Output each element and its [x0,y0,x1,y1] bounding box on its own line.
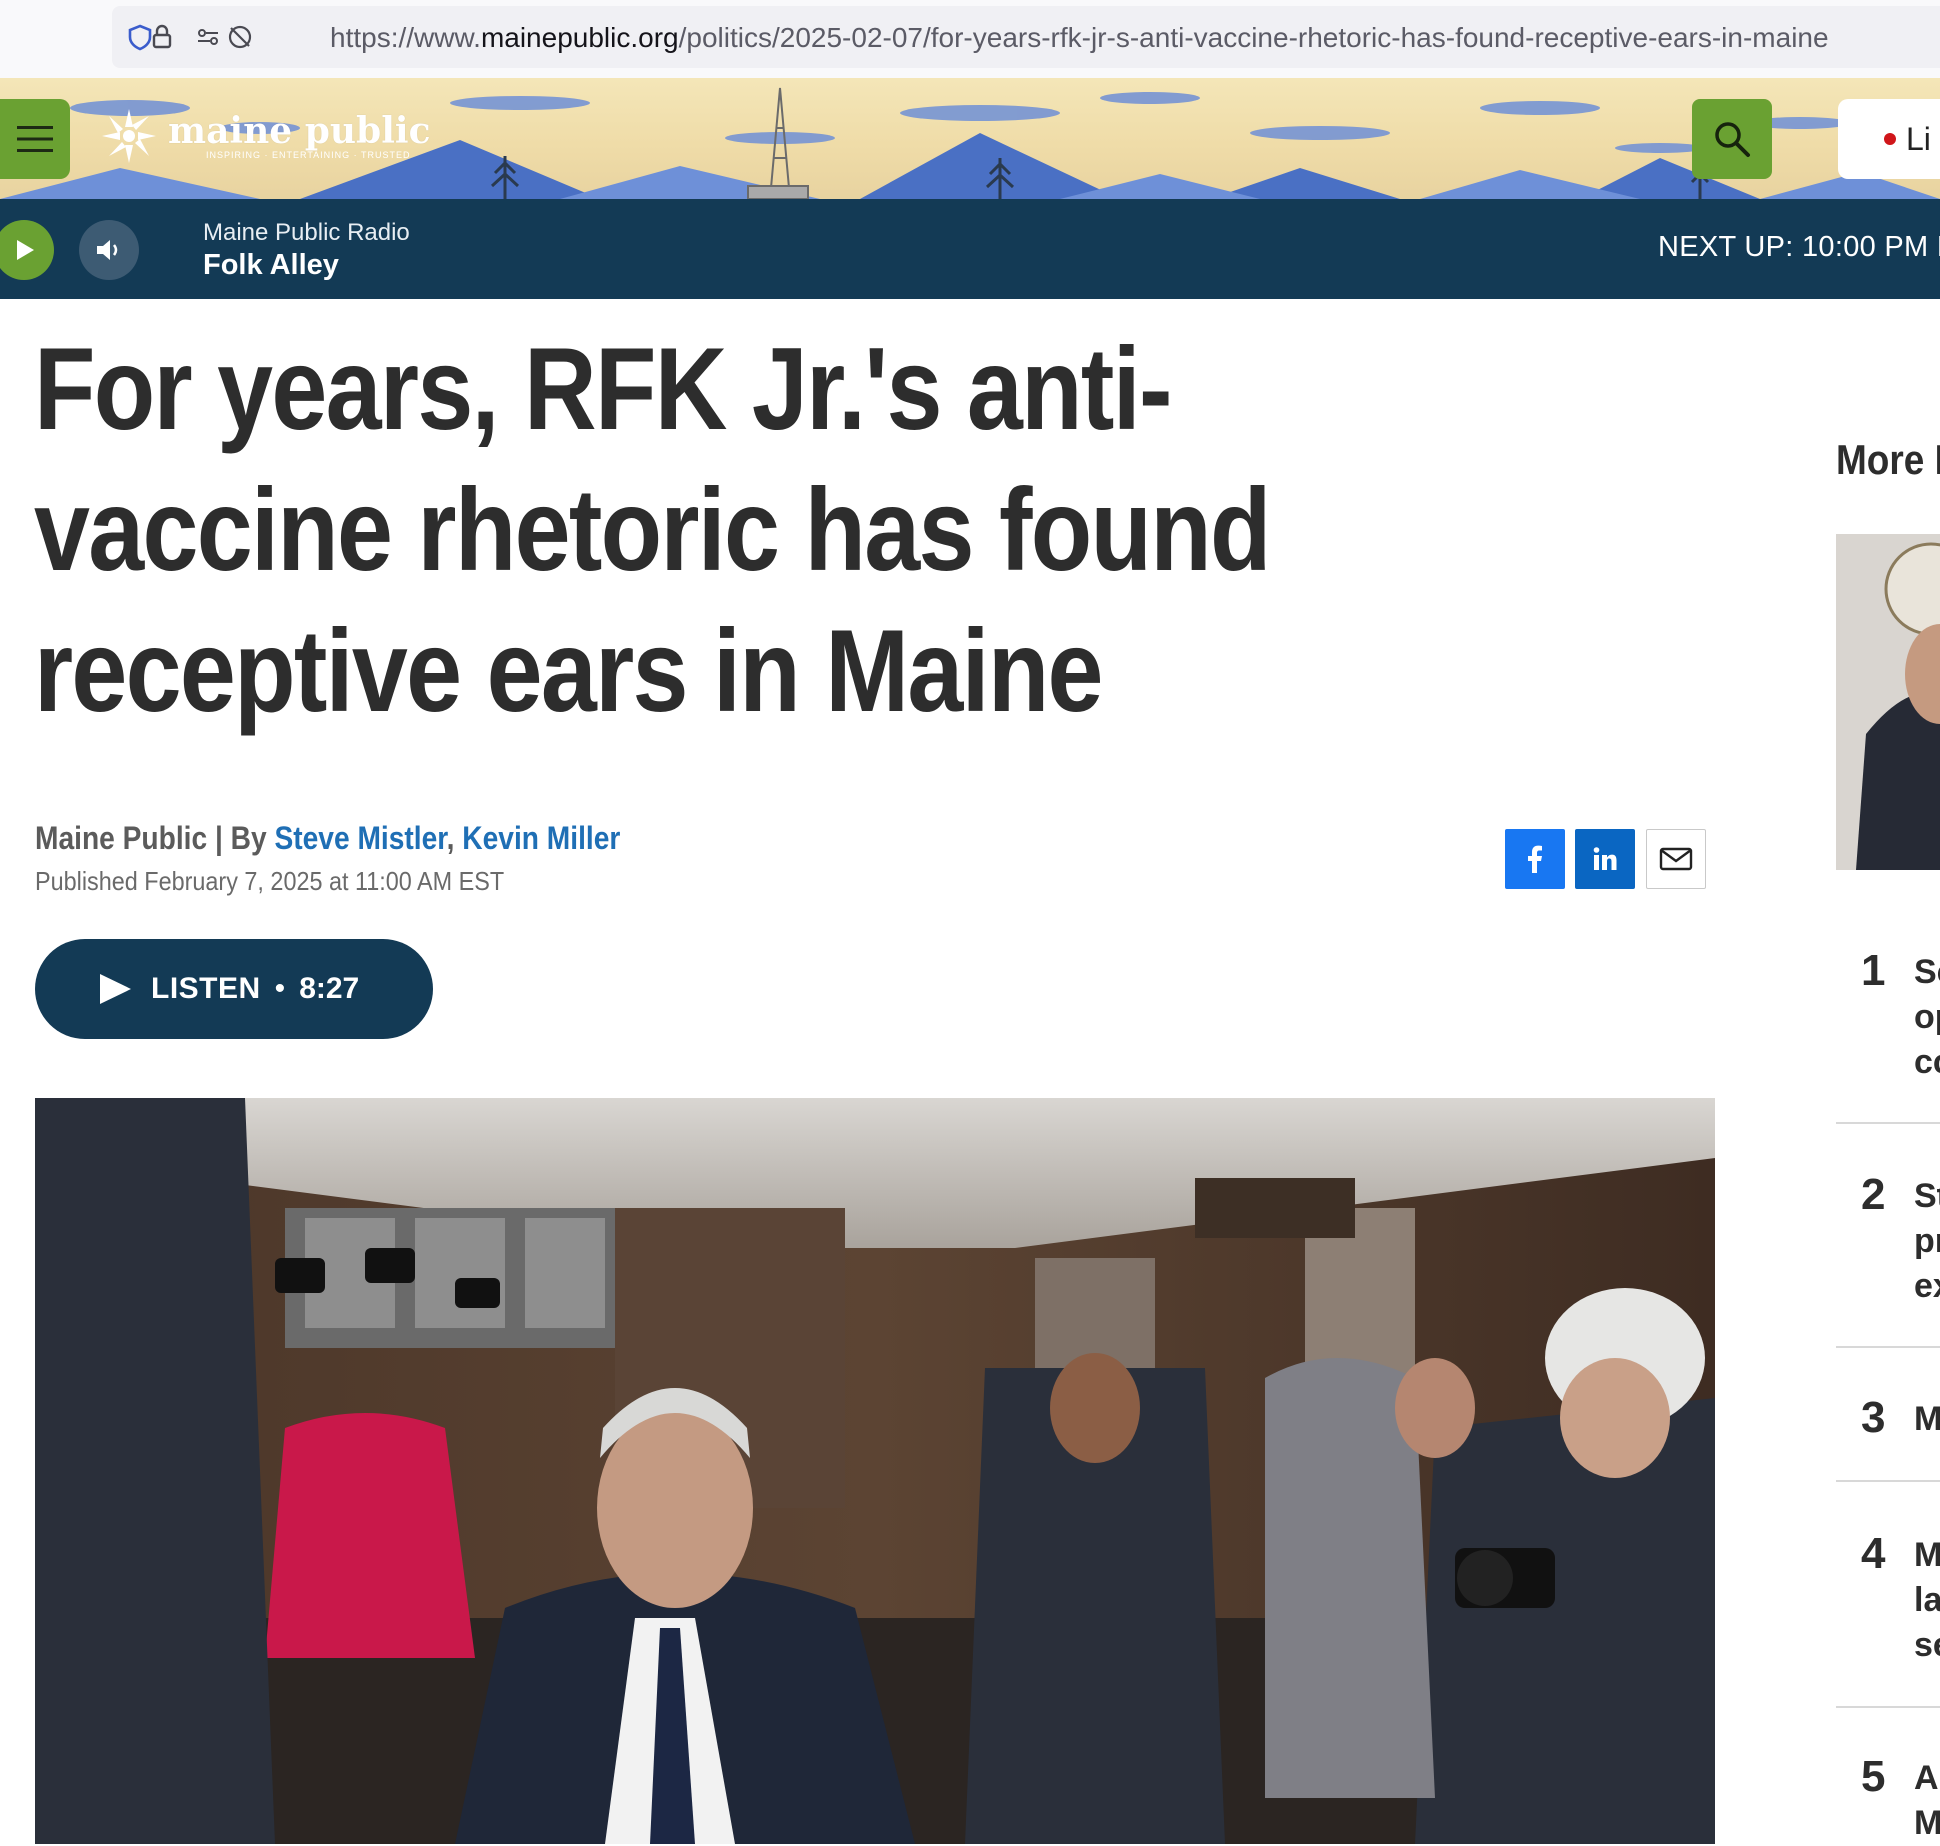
author-link-2[interactable]: Kevin Miller [462,820,620,856]
share-linkedin-button[interactable] [1575,829,1635,889]
listen-duration: 8:27 [299,972,360,1005]
sidebar-snippet-line[interactable]: ex [1914,1264,1940,1309]
sidebar-snippet-line[interactable]: M [1914,1397,1940,1442]
sidebar-rank: 3 [1861,1393,1886,1442]
hearing-room-photo [35,1098,1715,1844]
tracking-blocked-icon[interactable] [226,23,254,51]
sidebar-rank: 4 [1861,1529,1886,1578]
play-icon [17,240,34,260]
sidebar-snippet-line[interactable]: se [1914,1623,1940,1668]
program-name[interactable]: Folk Alley [203,249,339,282]
live-dot-icon [1884,133,1896,145]
play-icon [100,974,131,1004]
next-up-label: NEXT UP: 10:00 PM E [1658,231,1940,263]
site-logo[interactable]: maine public INSPIRING · ENTERTAINING · … [100,106,431,166]
live-radio-button[interactable]: Li [1838,99,1940,179]
article-headline: For years, RFK Jr.'s anti-vaccine rhetor… [34,323,1271,736]
sidebar-snippet-line[interactable]: Sc [1914,950,1940,995]
station-name: Maine Public Radio [203,219,410,246]
byline: Maine Public | By Steve Mistler, Kevin M… [35,820,620,857]
author-link-1[interactable]: Steve Mistler [274,820,446,856]
sidebar-snippet-line[interactable]: op [1914,995,1940,1040]
sidebar-divider [1836,1122,1940,1124]
sidebar-divider [1836,1480,1940,1482]
volume-icon [97,240,118,260]
sidebar-divider [1836,1346,1940,1348]
menu-button[interactable] [0,99,70,179]
sidebar-snippet-line[interactable]: pr [1914,1219,1940,1264]
sidebar-snippet-line[interactable]: la [1914,1578,1940,1623]
sidebar-title: More I [1836,436,1940,483]
listen-label: LISTEN [151,972,261,1005]
url-domain: mainepublic.org [480,22,679,53]
sidebar-rank: 5 [1861,1752,1886,1801]
search-icon [1715,122,1750,157]
sidebar-snippet-line[interactable]: M [1914,1533,1940,1578]
published-date: Published February 7, 2025 at 11:00 AM E… [35,866,505,896]
listen-button[interactable]: LISTEN • 8:27 [35,939,433,1039]
byline-source: Maine Public [35,820,208,856]
sidebar-thumbnail[interactable] [1836,534,1940,870]
browser-toolbar: https://www.mainepublic.org/politics/202… [0,0,1940,78]
url-prefix: https://www. [330,22,481,53]
audio-player-bar: Maine Public Radio Folk Alley NEXT UP: 1… [0,199,1940,299]
linkedin-icon [1593,847,1617,870]
envelope-icon [1659,847,1693,871]
hero-photo [35,1098,1715,1844]
sidebar-snippet-line[interactable]: M [1914,1801,1940,1846]
volume-button[interactable] [79,220,139,280]
url-bar[interactable]: https://www.mainepublic.org/politics/202… [112,6,1940,68]
byline-by: | By [207,820,275,856]
site-header: maine public INSPIRING · ENTERTAINING · … [0,78,1940,199]
lock-icon[interactable] [148,23,176,51]
byline-comma: , [446,820,463,856]
sidebar-divider [1836,1706,1940,1708]
search-button[interactable] [1692,99,1772,179]
logo-tagline: INSPIRING · ENTERTAINING · TRUSTED [206,150,411,160]
url-path: /politics/2025-02-07/for-years-rfk-jr-s-… [678,22,1829,53]
sidebar-snippet-line[interactable]: cc [1914,1040,1940,1085]
live-label: Li [1906,120,1931,157]
sidebar-thumbnail-photo [1836,534,1940,870]
sidebar-snippet-line[interactable]: St [1914,1174,1940,1219]
sidebar-snippet-line[interactable]: Ar [1914,1756,1940,1801]
logo-name: maine public [168,110,431,152]
listen-separator: • [274,972,286,1005]
share-email-button[interactable] [1646,829,1706,889]
facebook-icon [1528,845,1542,873]
maine-public-logo-mark-icon [102,109,156,163]
permissions-icon[interactable] [194,23,222,51]
share-facebook-button[interactable] [1505,829,1565,889]
sidebar-rank: 1 [1861,946,1886,995]
play-button[interactable] [0,220,54,280]
hamburger-icon [17,126,53,152]
sidebar-rank: 2 [1861,1170,1886,1219]
url-text[interactable]: https://www.mainepublic.org/politics/202… [330,22,1829,54]
